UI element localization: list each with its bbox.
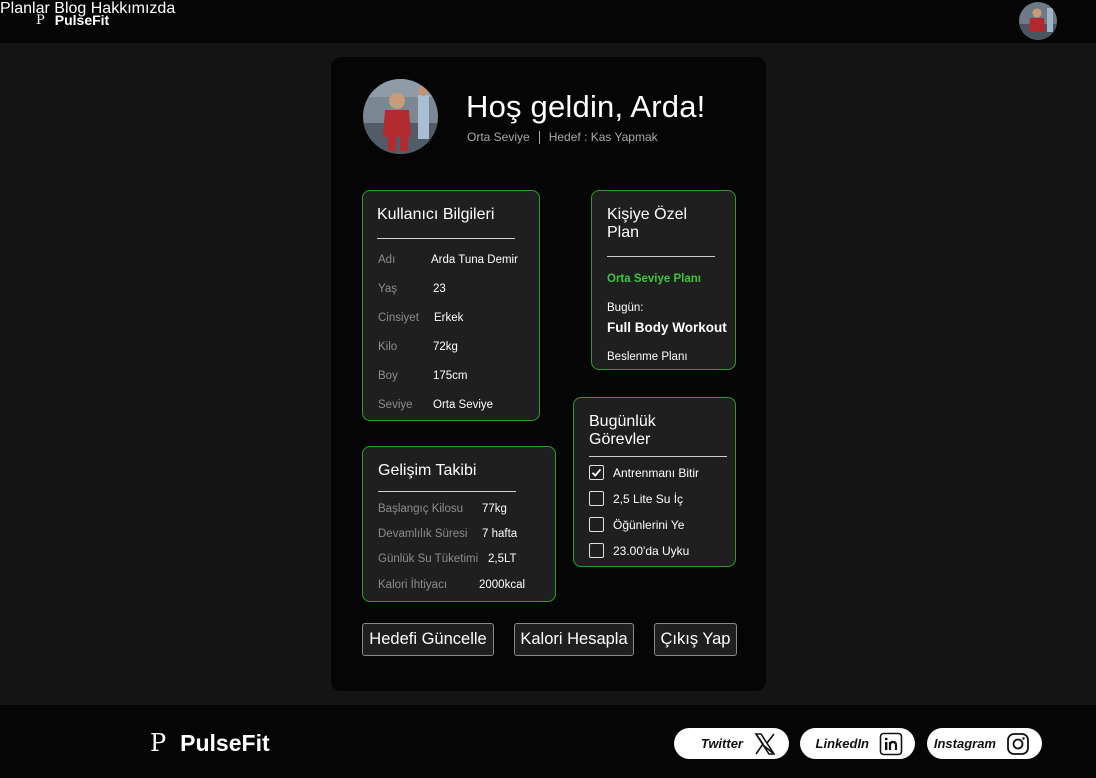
check-icon [591, 468, 602, 477]
profile-card: Hoş geldin, Arda! Orta Seviye Hedef : Ka… [331, 57, 766, 691]
profile-avatar [363, 79, 438, 154]
welcome-heading: Hoş geldin, Arda! [466, 89, 706, 124]
user-info-panel: Kullanıcı Bilgileri Adı Arda Tuna Demir … [362, 190, 540, 421]
today-workout[interactable]: Full Body Workout [607, 320, 727, 335]
twitter-label: Twitter [700, 736, 743, 751]
brand-p-icon: P [150, 729, 167, 757]
task-item[interactable]: 2,5 Lite Su İç [589, 491, 683, 506]
info-value: 23 [433, 283, 446, 295]
tasks-title: Bugünlük Görevler [589, 413, 656, 448]
task-label: 2,5 Lite Su İç [613, 491, 684, 506]
progress-value: 77kg [482, 503, 507, 515]
twitter-link[interactable]: Twitter [674, 728, 789, 759]
task-item[interactable]: Antrenmanı Bitir [589, 465, 699, 480]
progress-key: Günlük Su Tüketimi [378, 553, 479, 565]
info-key: Yaş [378, 283, 397, 295]
footer-brand[interactable]: P PulseFit [150, 729, 270, 757]
linkedin-link[interactable]: LinkedIn [800, 728, 915, 759]
task-item[interactable]: 23.00'da Uyku [589, 543, 689, 558]
personal-plan-panel: Kişiye Özel Plan Orta Seviye Planı Bugün… [591, 190, 736, 370]
checkbox[interactable] [589, 517, 604, 532]
x-logo-icon [754, 732, 776, 755]
progress-panel: Gelişim Takibi Başlangıç Kilosu 77kg Dev… [362, 446, 556, 602]
progress-value: 7 hafta [482, 528, 518, 540]
divider [377, 238, 515, 239]
info-value: Arda Tuna Demir [431, 254, 518, 266]
brand-logo[interactable]: P PulseFit [36, 12, 109, 28]
divider [538, 130, 540, 144]
info-value: 175cm [433, 370, 468, 382]
task-label: 23.00'da Uyku [613, 543, 690, 558]
task-label: Öğünlerini Ye [613, 517, 685, 532]
info-value: 72kg [433, 341, 458, 353]
divider [607, 256, 715, 257]
daily-tasks-panel: Bugünlük Görevler Antrenmanı Bitir 2,5 L… [573, 397, 736, 567]
checkbox[interactable] [589, 491, 604, 506]
brand-p-icon: P [36, 12, 45, 28]
progress-key: Başlangıç Kilosu [378, 503, 464, 515]
progress-key: Devamlılık Süresi [378, 528, 468, 540]
plan-name[interactable]: Orta Seviye Planı [607, 273, 701, 285]
plan-title: Kişiye Özel Plan [607, 206, 688, 241]
goal-text: Hedef : Kas Yapmak [548, 130, 658, 144]
top-navbar: P PulseFit Planlar Blog Hakkımızda [0, 0, 1096, 43]
checkbox[interactable] [589, 543, 604, 558]
progress-key: Kalori İhtiyacı [378, 579, 448, 591]
main-nav: Planlar Blog Hakkımızda [0, 0, 1096, 18]
task-item[interactable]: Öğünlerini Ye [589, 517, 684, 532]
task-label: Antrenmanı Bitir [613, 465, 700, 480]
info-key: Cinsiyet [378, 312, 419, 324]
progress-value: 2000kcal [479, 579, 526, 591]
today-label: Bugün: [607, 302, 644, 314]
calculate-calories-button[interactable]: Kalori Hesapla [514, 623, 634, 656]
info-key: Adı [378, 254, 396, 266]
logout-button[interactable]: Çıkış Yap [654, 623, 737, 656]
instagram-label: Instagram [933, 736, 996, 751]
divider [589, 456, 727, 457]
progress-title: Gelişim Takibi [378, 462, 477, 479]
info-key: Kilo [378, 341, 398, 353]
update-goal-button[interactable]: Hedefi Güncelle [362, 623, 494, 656]
nutrition-plan-link[interactable]: Beslenme Planı [607, 351, 688, 363]
instagram-icon [1007, 732, 1029, 755]
footer: P PulseFit Twitter LinkedIn Instagram [0, 705, 1096, 778]
profile-subtitle: Orta Seviye Hedef : Kas Yapmak [467, 130, 658, 144]
info-value: Erkek [434, 312, 464, 324]
info-key: Seviye [378, 399, 413, 411]
info-value: Orta Seviye [433, 399, 494, 411]
footer-brand-name: PulseFit [180, 729, 270, 756]
user-info-title: Kullanıcı Bilgileri [377, 206, 495, 223]
linkedin-label: LinkedIn [815, 736, 869, 751]
linkedin-icon [879, 732, 903, 755]
divider [378, 491, 516, 492]
instagram-link[interactable]: Instagram [927, 728, 1042, 759]
checkbox-checked[interactable] [589, 465, 604, 480]
level-text: Orta Seviye [467, 130, 530, 144]
info-key: Boy [378, 370, 398, 382]
brand-name: PulseFit [54, 12, 110, 28]
progress-value: 2,5LT [488, 553, 517, 565]
user-avatar-button[interactable] [1019, 2, 1057, 40]
